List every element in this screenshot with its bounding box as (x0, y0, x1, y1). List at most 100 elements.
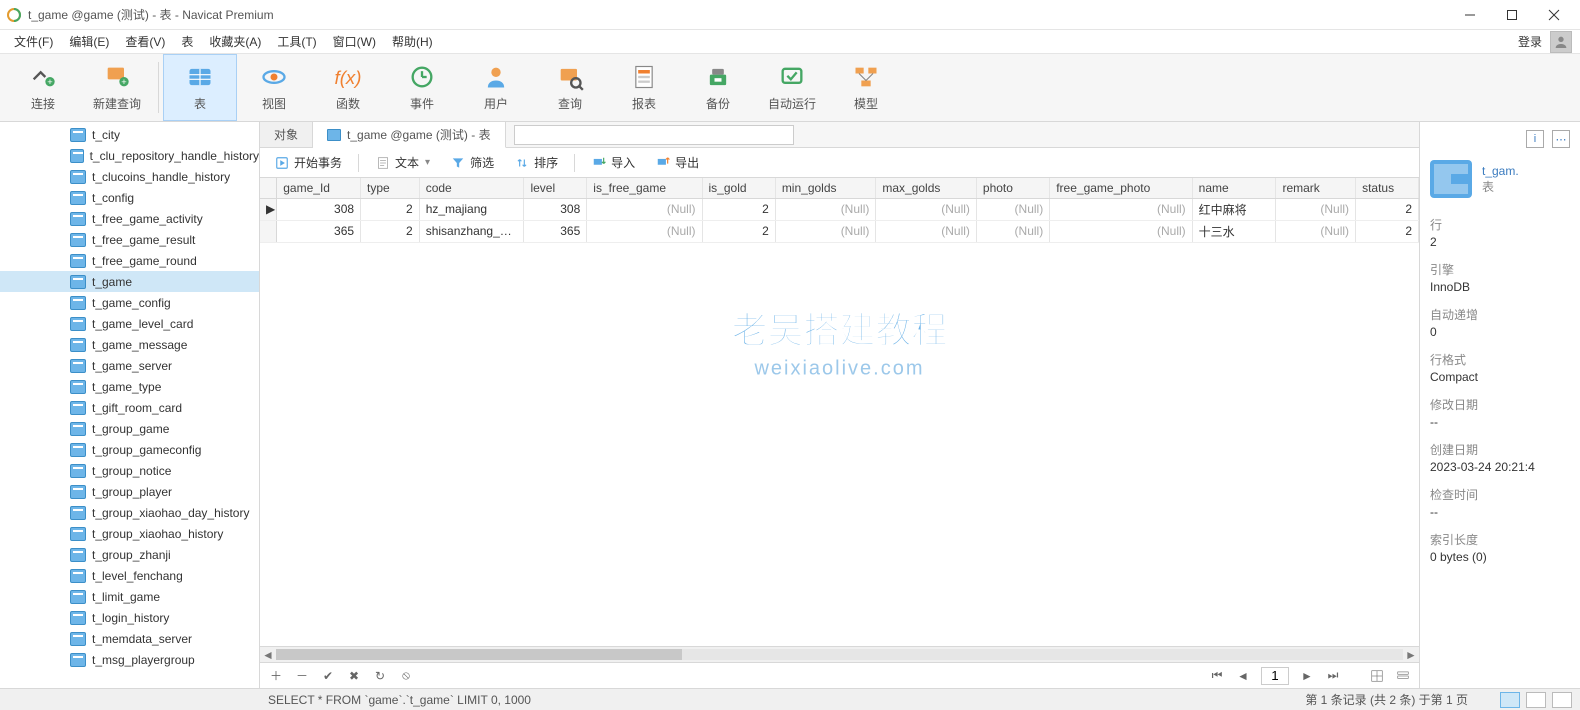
info-icon[interactable]: i (1526, 130, 1544, 148)
table-row[interactable]: 3652shisanzhang_new365(Null)2(Null)(Null… (260, 220, 1419, 242)
new-tab-input[interactable] (514, 125, 794, 145)
btn-export[interactable]: 导出 (651, 152, 703, 173)
user-avatar[interactable] (1550, 31, 1572, 53)
minimize-button[interactable] (1450, 1, 1490, 29)
menu-help[interactable]: 帮助(H) (386, 31, 439, 52)
btn-filter[interactable]: 筛选 (446, 152, 498, 173)
menu-edit[interactable]: 编辑(E) (63, 31, 115, 52)
cell[interactable]: 十三水 (1192, 220, 1276, 242)
tab-current-table[interactable]: t_game @game (测试) - 表 (313, 122, 506, 148)
close-button[interactable] (1534, 1, 1574, 29)
column-header[interactable]: photo (976, 178, 1049, 198)
tree-item[interactable]: t_level_fenchang (0, 565, 259, 586)
tree-item[interactable]: t_gift_room_card (0, 397, 259, 418)
tb-user[interactable]: 用户 (459, 54, 533, 121)
status-toggle-2[interactable] (1526, 692, 1546, 708)
tree-item[interactable]: t_game_type (0, 376, 259, 397)
cell[interactable]: 2 (361, 220, 420, 242)
status-toggle-3[interactable] (1552, 692, 1572, 708)
tree-item[interactable]: t_group_game (0, 418, 259, 439)
tree-item[interactable]: t_msg_playergroup (0, 649, 259, 670)
cell[interactable]: 2 (702, 220, 775, 242)
tb-query[interactable]: 查询 (533, 54, 607, 121)
column-header[interactable]: is_gold (702, 178, 775, 198)
table-row[interactable]: ▶3082hz_majiang308(Null)2(Null)(Null)(Nu… (260, 198, 1419, 220)
cell[interactable]: (Null) (775, 220, 876, 242)
btn-refresh[interactable]: ↻ (372, 668, 388, 684)
menu-table[interactable]: 表 (175, 31, 199, 52)
scroll-left-icon[interactable]: ◄ (260, 647, 276, 662)
tab-objects[interactable]: 对象 (260, 122, 313, 147)
tree-item[interactable]: t_clu_repository_handle_history (0, 145, 259, 166)
btn-stop[interactable]: ⦸ (398, 668, 414, 684)
menu-favorites[interactable]: 收藏夹(A) (203, 31, 267, 52)
scroll-right-icon[interactable]: ► (1403, 647, 1419, 662)
column-header[interactable]: code (419, 178, 524, 198)
column-header[interactable]: free_game_photo (1050, 178, 1192, 198)
column-header[interactable]: status (1356, 178, 1419, 198)
tree-item[interactable]: t_group_gameconfig (0, 439, 259, 460)
tree-item[interactable]: t_game_config (0, 292, 259, 313)
cell[interactable]: (Null) (876, 198, 977, 220)
grid-hscroll[interactable]: ◄ ► (260, 646, 1419, 662)
tb-automation[interactable]: 自动运行 (755, 54, 829, 121)
cell[interactable]: 308 (277, 198, 361, 220)
tree-item[interactable]: t_memdata_server (0, 628, 259, 649)
column-header[interactable]: is_free_game (587, 178, 702, 198)
tree-item[interactable]: t_group_notice (0, 460, 259, 481)
cell[interactable]: (Null) (976, 198, 1049, 220)
page-next[interactable]: ► (1299, 668, 1315, 684)
cell[interactable]: (Null) (587, 198, 702, 220)
tb-backup[interactable]: 备份 (681, 54, 755, 121)
menu-view[interactable]: 查看(V) (119, 31, 171, 52)
cell[interactable]: (Null) (1050, 220, 1192, 242)
tree-item[interactable]: t_group_xiaohao_history (0, 523, 259, 544)
cell[interactable]: 2 (702, 198, 775, 220)
tree-item[interactable]: t_game_level_card (0, 313, 259, 334)
tb-report[interactable]: 报表 (607, 54, 681, 121)
tree-item[interactable]: t_group_player (0, 481, 259, 502)
tree-item[interactable]: t_free_game_round (0, 250, 259, 271)
login-link[interactable]: 登录 (1518, 33, 1542, 50)
cell[interactable]: 2 (1356, 198, 1419, 220)
page-input[interactable] (1261, 667, 1289, 685)
cell[interactable]: hz_majiang (419, 198, 524, 220)
btn-cancel[interactable]: ✖ (346, 668, 362, 684)
tree-item[interactable]: t_group_xiaohao_day_history (0, 502, 259, 523)
tb-function[interactable]: f(x)函数 (311, 54, 385, 121)
column-header[interactable]: name (1192, 178, 1276, 198)
menu-tools[interactable]: 工具(T) (271, 31, 322, 52)
view-grid-icon[interactable] (1369, 668, 1385, 684)
tree-item[interactable]: t_game_message (0, 334, 259, 355)
tree-item[interactable]: t_city (0, 124, 259, 145)
cell[interactable]: 红中麻将 (1192, 198, 1276, 220)
btn-text[interactable]: 文本▾ (371, 152, 434, 173)
cell[interactable]: (Null) (976, 220, 1049, 242)
column-header[interactable]: game_Id (277, 178, 361, 198)
column-header[interactable]: remark (1276, 178, 1356, 198)
table-tree[interactable]: t_cityt_clu_repository_handle_historyt_c… (0, 122, 259, 688)
view-form-icon[interactable] (1395, 668, 1411, 684)
tree-item[interactable]: t_group_zhanji (0, 544, 259, 565)
tree-item[interactable]: t_game_server (0, 355, 259, 376)
column-header[interactable]: min_golds (775, 178, 876, 198)
cell[interactable]: (Null) (1276, 198, 1356, 220)
menu-window[interactable]: 窗口(W) (327, 31, 382, 52)
btn-begin-transaction[interactable]: 开始事务 (270, 152, 346, 173)
tree-item[interactable]: t_free_game_result (0, 229, 259, 250)
cell[interactable]: 308 (524, 198, 587, 220)
cell[interactable]: (Null) (1276, 220, 1356, 242)
maximize-button[interactable] (1492, 1, 1532, 29)
tree-item[interactable]: t_login_history (0, 607, 259, 628)
column-header[interactable]: level (524, 178, 587, 198)
page-first[interactable]: ⏮ (1209, 668, 1225, 684)
tb-new-query[interactable]: +新建查询 (80, 54, 154, 121)
scroll-thumb[interactable] (276, 649, 682, 660)
cell[interactable]: (Null) (775, 198, 876, 220)
page-prev[interactable]: ◄ (1235, 668, 1251, 684)
tree-item[interactable]: t_free_game_activity (0, 208, 259, 229)
btn-sort[interactable]: 排序 (510, 152, 562, 173)
column-header[interactable]: max_golds (876, 178, 977, 198)
tb-table[interactable]: 表 (163, 54, 237, 121)
cell[interactable]: (Null) (1050, 198, 1192, 220)
